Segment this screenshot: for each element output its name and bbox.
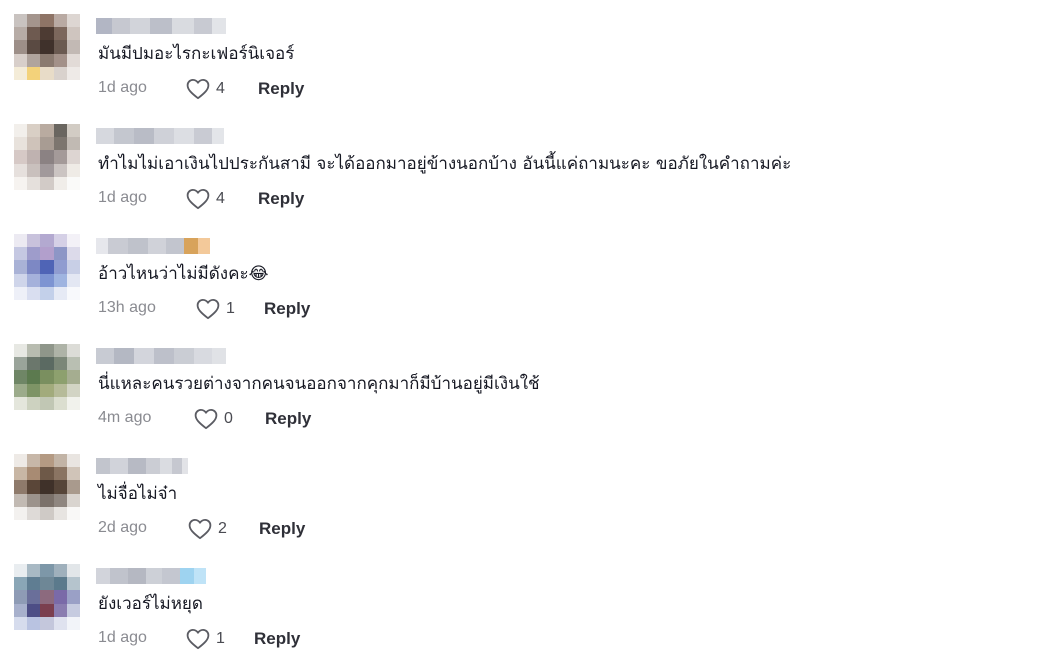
reply-button[interactable]: Reply: [258, 79, 304, 99]
like-button[interactable]: 4: [186, 188, 225, 210]
username-blurred[interactable]: [96, 128, 224, 144]
heart-icon[interactable]: [186, 188, 210, 210]
username-blurred[interactable]: [96, 568, 206, 584]
heart-icon[interactable]: [186, 628, 210, 650]
comment-text: นี่แหละคนรวยต่างจากคนจนออกจากคุกมาก็มีบ้…: [98, 374, 540, 394]
user-avatar[interactable]: [14, 234, 80, 300]
like-button[interactable]: 1: [196, 298, 235, 320]
comment-item: นี่แหละคนรวยต่างจากคนจนออกจากคุกมาก็มีบ้…: [0, 330, 1037, 440]
like-button[interactable]: 2: [188, 518, 227, 540]
username-blurred[interactable]: [96, 458, 188, 474]
like-button[interactable]: 1: [186, 628, 225, 650]
user-avatar[interactable]: [14, 564, 80, 630]
like-count: 0: [224, 410, 233, 427]
comment-item: มันมีปมอะไรกะเฟอร์นิเจอร์ 1d ago 4 Reply: [0, 0, 1037, 110]
comment-item: ทำไมไม่เอาเงินไปประกันสามี จะได้ออกมาอยู…: [0, 110, 1037, 220]
comment-timestamp: 2d ago: [98, 519, 147, 536]
comment-item: อ้าวไหนว่าไม่มีดังคะ😂 13h ago 1 Reply: [0, 220, 1037, 330]
comment-timestamp: 13h ago: [98, 299, 156, 316]
like-button[interactable]: 0: [194, 408, 233, 430]
reply-button[interactable]: Reply: [259, 519, 305, 539]
comment-text: ทำไมไม่เอาเงินไปประกันสามี จะได้ออกมาอยู…: [98, 154, 792, 174]
comment-text: มันมีปมอะไรกะเฟอร์นิเจอร์: [98, 44, 295, 64]
reply-button[interactable]: Reply: [265, 409, 311, 429]
comment-text: ยังเวอร์ไม่หยุด: [98, 594, 203, 614]
comment-text: อ้าวไหนว่าไม่มีดังคะ😂: [98, 264, 269, 284]
like-count: 4: [216, 190, 225, 207]
heart-icon[interactable]: [188, 518, 212, 540]
like-count: 2: [218, 520, 227, 537]
comment-text: ไม่จื่อไม่จ๋า: [98, 484, 178, 504]
like-button[interactable]: 4: [186, 78, 225, 100]
heart-icon[interactable]: [196, 298, 220, 320]
comment-timestamp: 1d ago: [98, 629, 147, 646]
user-avatar[interactable]: [14, 344, 80, 410]
comment-item: ไม่จื่อไม่จ๋า 2d ago 2 Reply: [0, 440, 1037, 550]
username-blurred[interactable]: [96, 18, 226, 34]
reply-button[interactable]: Reply: [264, 299, 310, 319]
user-avatar[interactable]: [14, 14, 80, 80]
like-count: 1: [226, 300, 235, 317]
comment-timestamp: 4m ago: [98, 409, 152, 426]
heart-icon[interactable]: [186, 78, 210, 100]
user-avatar[interactable]: [14, 454, 80, 520]
heart-icon[interactable]: [194, 408, 218, 430]
comment-timestamp: 1d ago: [98, 189, 147, 206]
comment-item: ยังเวอร์ไม่หยุด 1d ago 1 Reply: [0, 550, 1037, 660]
comment-timestamp: 1d ago: [98, 79, 147, 96]
user-avatar[interactable]: [14, 124, 80, 190]
like-count: 4: [216, 80, 225, 97]
username-blurred[interactable]: [96, 238, 210, 254]
reply-button[interactable]: Reply: [258, 189, 304, 209]
reply-button[interactable]: Reply: [254, 629, 300, 649]
like-count: 1: [216, 630, 225, 647]
username-blurred[interactable]: [96, 348, 226, 364]
